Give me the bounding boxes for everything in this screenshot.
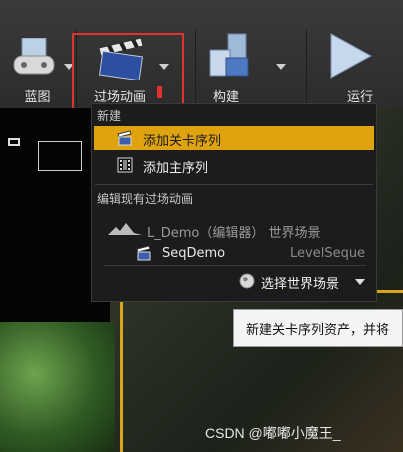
globe-icon [239,273,255,289]
viewport-layout-button[interactable] [38,141,82,171]
build-dropdown-icon[interactable] [276,64,286,70]
blueprint-label: 蓝图 [24,90,51,105]
panel-tab-icon[interactable] [8,138,20,146]
build-button[interactable]: 构建 [196,30,296,105]
build-blocks-icon [209,33,249,77]
level-sequence-icon [117,130,132,146]
cursor-marker [157,86,162,98]
select-world-button[interactable]: 选择世界场景 [235,270,371,292]
add-master-sequence-item[interactable]: 添加主序列 [94,153,374,177]
gamepad-icon [13,38,55,75]
blueprint-button[interactable]: 蓝图 [0,30,75,105]
sequence-name: SeqDemo [162,246,226,261]
select-world-label: 选择世界场景 [261,277,340,292]
menu-tooltip: 新建关卡序列资产，并将 [233,309,403,347]
main-toolbar: 蓝图 过场动画 构建 运行 [0,0,403,108]
cinematics-highlight-box [72,33,184,113]
level-sequence-icon [136,245,151,261]
viewport-thumbnail [0,322,115,452]
menu-item-label: 添加关卡序列 [143,134,222,149]
new-section-heading: 新建 [97,109,122,123]
select-world-dropdown-icon [355,279,365,285]
play-icon [330,33,373,79]
sequence-tree-item[interactable]: SeqDemo LevelSeque [94,242,374,264]
world-tree-item[interactable]: L_Demo（编辑器） 世界场景 [94,219,374,241]
edit-section-heading: 编辑现有过场动画 [97,192,194,206]
run-button[interactable]: 运行 [307,30,403,105]
world-tree-icon [108,223,142,235]
film-strip-icon [117,157,133,173]
sequence-type: LevelSeque [290,246,366,261]
add-level-sequence-item[interactable]: 添加关卡序列 [94,126,374,150]
world-tree-label: L_Demo（编辑器） 世界场景 [147,226,321,241]
watermark: CSDN @嘟嘟小魔王_ [205,425,341,441]
menu-item-label: 添加主序列 [143,161,209,176]
menu-divider [95,184,373,185]
menu-divider [104,265,366,266]
cinematics-dropdown-menu: 新建 添加关卡序列 添加主序列 编辑现有过场动画 L_Demo（编辑器） 世界场… [91,103,377,302]
